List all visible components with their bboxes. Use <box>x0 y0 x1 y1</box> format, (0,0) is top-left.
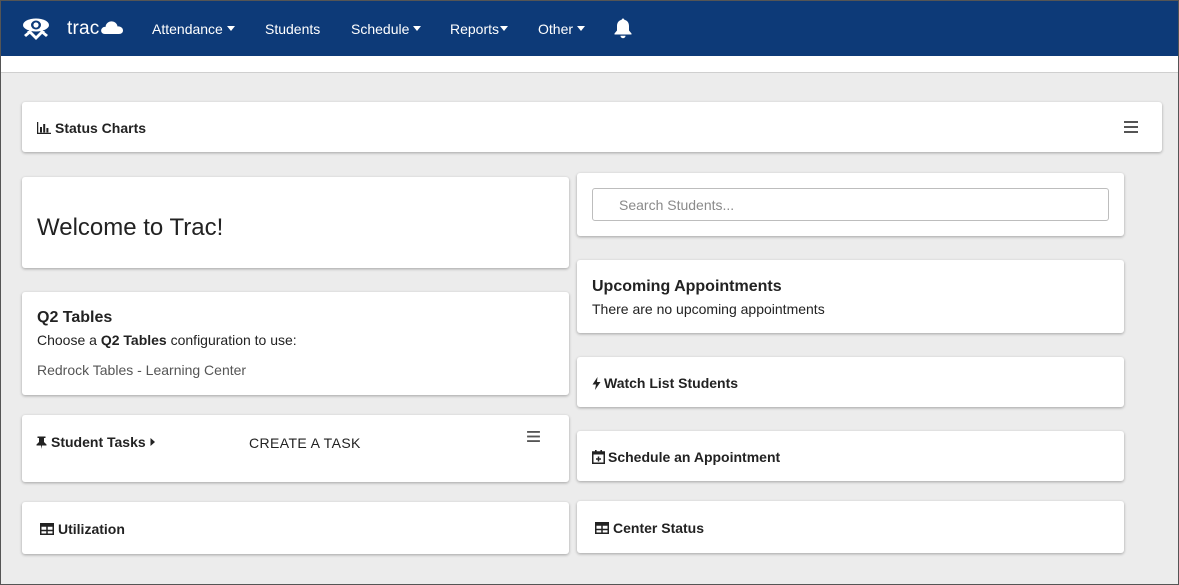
center-status-card: Center Status <box>577 501 1124 553</box>
upcoming-appointments-card: Upcoming Appointments There are no upcom… <box>577 260 1124 333</box>
upcoming-appointments-title: Upcoming Appointments <box>592 278 782 295</box>
nav-schedule[interactable]: Schedule <box>351 20 422 37</box>
q2-table-option-link[interactable]: Redrock Tables - Learning Center <box>37 362 246 378</box>
bar-chart-icon <box>37 122 51 134</box>
schedule-appointment-title: Schedule an Appointment <box>608 449 781 465</box>
calendar-plus-icon <box>592 450 605 464</box>
q2-tables-card: Q2 Tables Choose a Q2 Tables configurati… <box>22 292 569 395</box>
schedule-appointment-header[interactable]: Schedule an Appointment <box>592 449 780 465</box>
q2-tables-title: Q2 Tables <box>37 309 113 326</box>
q2-instructions-bold: Q2 Tables <box>100 332 167 348</box>
hamburger-menu-icon[interactable] <box>527 431 540 442</box>
utilization-header[interactable]: Utilization <box>40 521 125 537</box>
trac-logo-icon <box>23 18 49 40</box>
nav-students[interactable]: Students <box>265 21 320 37</box>
caret-right-icon <box>150 438 155 446</box>
nav-other[interactable]: Other <box>538 20 586 37</box>
watch-list-card: Watch List Students <box>577 357 1124 407</box>
center-status-header[interactable]: Center Status <box>595 520 704 536</box>
brand[interactable]: trac <box>21 16 146 42</box>
nav-other-label: Other <box>538 20 574 37</box>
center-status-title: Center Status <box>613 520 705 536</box>
q2-instructions-prefix: Choose a <box>37 332 101 348</box>
student-tasks-title: Student Tasks <box>51 434 146 450</box>
brand-name: trac <box>67 17 100 39</box>
welcome-title: Welcome to Trac! <box>37 214 224 241</box>
nav-attendance-label: Attendance <box>152 20 223 37</box>
notifications-button[interactable] <box>613 17 633 44</box>
status-charts-header[interactable]: Status Charts <box>37 120 146 136</box>
student-tasks-header[interactable]: Student Tasks <box>36 434 156 450</box>
nav-reports-label: Reports <box>450 20 500 37</box>
utilization-card: Utilization <box>22 502 569 554</box>
hamburger-menu-icon[interactable] <box>1124 121 1138 133</box>
nav-reports[interactable]: Reports <box>450 20 509 37</box>
q2-tables-instructions: Choose a Q2 Tables configuration to use: <box>37 332 297 348</box>
create-task-button[interactable]: CREATE A TASK <box>249 435 361 451</box>
lightning-bolt-icon <box>592 376 601 390</box>
watch-list-title: Watch List Students <box>604 375 739 391</box>
watch-list-header[interactable]: Watch List Students <box>592 375 738 391</box>
chevron-down-icon <box>577 26 586 31</box>
status-charts-card: Status Charts <box>22 102 1162 152</box>
bell-icon <box>614 18 632 39</box>
sub-navbar-strip <box>1 56 1178 73</box>
chevron-down-icon <box>226 26 235 31</box>
table-icon <box>40 523 54 535</box>
chevron-down-icon <box>500 26 509 31</box>
pushpin-icon <box>36 436 47 449</box>
status-charts-title: Status Charts <box>55 120 147 136</box>
nav-students-label: Students <box>265 20 321 37</box>
welcome-card: Welcome to Trac! <box>22 177 569 268</box>
search-card <box>577 173 1124 236</box>
utilization-title: Utilization <box>58 521 125 537</box>
search-students-input[interactable] <box>592 188 1109 221</box>
nav-schedule-label: Schedule <box>351 20 410 37</box>
upcoming-appointments-empty: There are no upcoming appointments <box>592 301 825 317</box>
cloud-icon <box>101 20 124 34</box>
nav-attendance[interactable]: Attendance <box>152 21 235 37</box>
schedule-appointment-card: Schedule an Appointment <box>577 431 1124 481</box>
top-navbar: trac Attendance Students Schedule Report… <box>1 1 1178 56</box>
student-tasks-card: Student Tasks CREATE A TASK <box>22 415 569 482</box>
table-icon <box>595 522 609 534</box>
q2-instructions-suffix: configuration to use: <box>166 332 297 348</box>
chevron-down-icon <box>413 26 422 31</box>
